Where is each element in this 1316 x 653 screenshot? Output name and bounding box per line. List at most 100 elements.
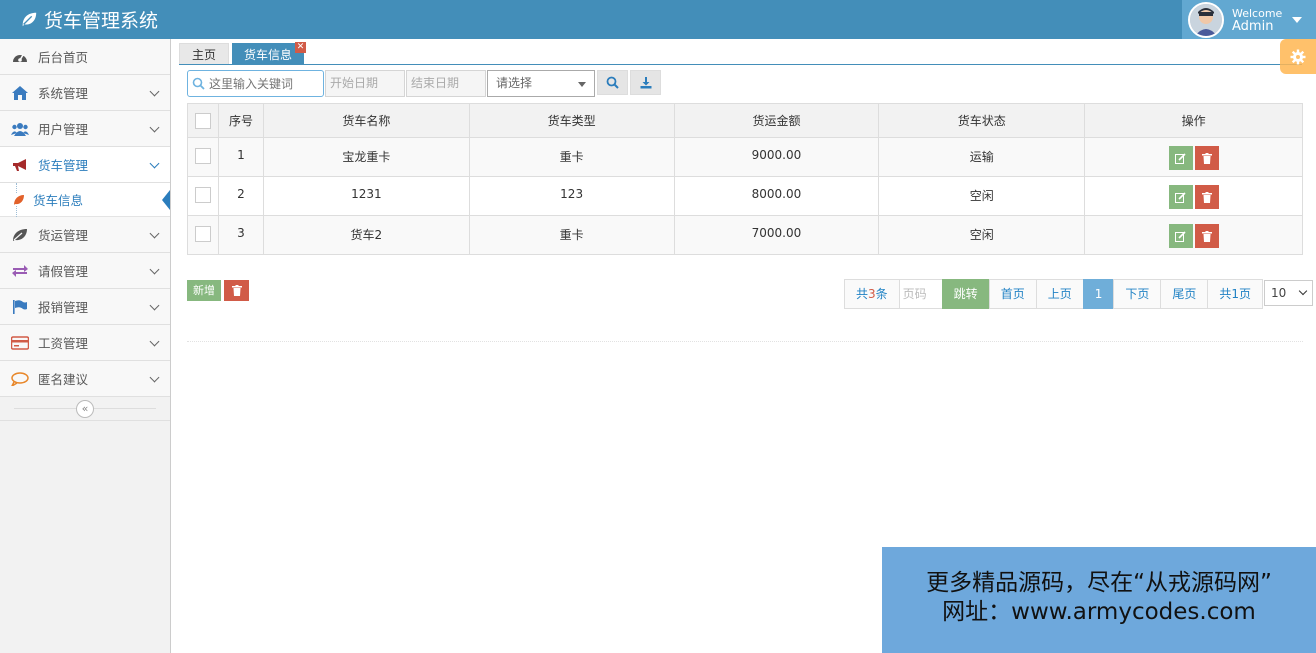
delete-button[interactable]	[1194, 224, 1219, 248]
cell-no: 3	[217, 215, 264, 255]
trash-icon	[1201, 191, 1212, 203]
search-input[interactable]	[209, 76, 319, 91]
row-checkbox[interactable]	[194, 148, 211, 164]
user-name: Admin	[1232, 18, 1274, 34]
total-number: 3	[868, 287, 876, 301]
chevron-down-icon	[149, 372, 160, 383]
total-pages: 共1页	[1207, 279, 1264, 309]
status-select[interactable]: 请选择	[487, 70, 595, 97]
prev-page-button[interactable]: 上页	[1035, 279, 1084, 309]
caret-down-icon[interactable]	[1292, 16, 1303, 23]
watermark-line: 网址：www.armycodes.com	[942, 599, 1256, 625]
total-suffix: 条	[875, 287, 888, 301]
edit-button[interactable]	[1168, 224, 1193, 248]
select-all-checkbox[interactable]	[194, 112, 211, 129]
sidebar-item-label: 匿名建议	[38, 372, 89, 387]
sidebar-item-system[interactable]: 系统管理	[0, 75, 170, 111]
start-date-input[interactable]: 开始日期	[325, 70, 405, 97]
sidebar-item-suggestion[interactable]: 匿名建议	[0, 361, 170, 397]
jump-button[interactable]: 跳转	[941, 279, 990, 309]
sidebar-item-dashboard[interactable]: 后台首页	[0, 39, 170, 75]
delete-button[interactable]	[1194, 146, 1219, 170]
row-checkbox[interactable]	[194, 187, 211, 203]
truck-table: 序号 货车名称 货车类型 货运金额 货车状态 操作 1 宝龙重卡 重卡 9000…	[187, 103, 1303, 255]
column-header[interactable]: 货车名称	[262, 103, 470, 138]
tab-label: 主页	[192, 48, 217, 62]
sidebar-item-label: 货车管理	[38, 158, 89, 173]
leaf-icon	[13, 193, 25, 206]
table-row[interactable]: 2 1231 123 8000.00 空闲	[187, 176, 1303, 216]
search-field[interactable]	[187, 70, 324, 97]
last-page-button[interactable]: 尾页	[1160, 279, 1209, 309]
cell-amount: 8000.00	[673, 176, 880, 216]
search-button[interactable]	[597, 70, 628, 95]
pagination: 共3条 页码 跳转 首页 上页 1 下页 尾页 共1页 10	[844, 279, 1314, 309]
cell-status: 空闲	[878, 176, 1086, 216]
exchange-icon	[11, 262, 29, 280]
tab-home[interactable]: 主页	[179, 43, 230, 65]
sidebar-subitem-label: 货车信息	[33, 193, 84, 208]
user-menu[interactable]: Welcome Admin	[1182, 0, 1316, 39]
settings-button[interactable]	[1280, 39, 1316, 74]
chevron-down-icon	[1298, 286, 1308, 296]
users-icon	[11, 120, 29, 138]
column-header[interactable]: 货运金额	[673, 103, 880, 138]
sidebar-item-leave[interactable]: 请假管理	[0, 253, 170, 289]
current-page[interactable]: 1	[1082, 279, 1115, 309]
column-header[interactable]: 货车类型	[468, 103, 675, 138]
sidebar-item-users[interactable]: 用户管理	[0, 111, 170, 147]
sidebar-item-expense[interactable]: 报销管理	[0, 289, 170, 325]
trash-icon	[231, 285, 242, 296]
first-page-button[interactable]: 首页	[988, 279, 1037, 309]
cell-amount: 7000.00	[673, 215, 880, 255]
sidebar-item-trucks[interactable]: 货车管理	[0, 147, 170, 183]
watermark-banner: 更多精品源码，尽在“从戎源码网” 网址：www.armycodes.com	[882, 547, 1316, 653]
cell-type: 重卡	[468, 137, 675, 177]
sidebar-item-label: 报销管理	[38, 300, 89, 315]
table-row[interactable]: 3 货车2 重卡 7000.00 空闲	[187, 215, 1303, 255]
search-icon	[606, 76, 619, 89]
cell-status: 空闲	[878, 215, 1086, 255]
end-date-input[interactable]: 结束日期	[406, 70, 486, 97]
column-header[interactable]: 序号	[217, 103, 264, 138]
add-button[interactable]: 新增	[187, 280, 221, 301]
tab-label: 货车信息	[244, 47, 293, 62]
page-number-input[interactable]: 页码	[898, 279, 943, 309]
cell-type: 重卡	[468, 215, 675, 255]
edit-button[interactable]	[1168, 185, 1193, 209]
watermark-line: 更多精品源码，尽在“从戎源码网”	[926, 570, 1272, 596]
page-size-value: 10	[1271, 286, 1287, 300]
total-prefix: 共	[856, 287, 869, 301]
gear-icon	[1290, 49, 1306, 64]
next-page-button[interactable]: 下页	[1113, 279, 1162, 309]
sidebar-item-salary[interactable]: 工资管理	[0, 325, 170, 361]
dashboard-icon	[11, 48, 29, 66]
tab-bar: 主页 货车信息 ✕	[179, 42, 307, 65]
sidebar-item-label: 工资管理	[38, 336, 89, 351]
table-row[interactable]: 1 宝龙重卡 重卡 9000.00 运输	[187, 137, 1303, 177]
cell-no: 1	[217, 137, 264, 177]
edit-button[interactable]	[1168, 146, 1193, 170]
sidebar-item-freight[interactable]: 货运管理	[0, 217, 170, 253]
tab-truck-info[interactable]: 货车信息 ✕	[232, 42, 307, 65]
column-header: 操作	[1084, 103, 1303, 138]
table-header-row: 序号 货车名称 货车类型 货运金额 货车状态 操作	[187, 103, 1303, 138]
page-size-select[interactable]: 10	[1264, 280, 1314, 306]
bulk-delete-button[interactable]	[224, 280, 249, 301]
sidebar-subitem-truck-info[interactable]: 货车信息	[0, 183, 170, 217]
trash-icon	[1201, 230, 1212, 242]
welcome-label: Welcome	[1232, 6, 1283, 20]
sidebar-item-label: 请假管理	[38, 264, 89, 279]
row-checkbox[interactable]	[194, 226, 211, 242]
total-count: 共3条	[844, 279, 900, 309]
export-button[interactable]	[630, 70, 661, 95]
chevron-down-icon	[149, 122, 160, 133]
chevron-down-icon	[149, 86, 160, 97]
sidebar-collapse-bar: «	[0, 397, 170, 421]
home-icon	[11, 84, 29, 102]
column-header[interactable]: 货车状态	[878, 103, 1086, 138]
collapse-icon[interactable]: «	[76, 400, 94, 418]
delete-button[interactable]	[1194, 185, 1219, 209]
close-icon[interactable]: ✕	[295, 42, 307, 53]
brand[interactable]: 货车管理系统	[20, 6, 158, 32]
